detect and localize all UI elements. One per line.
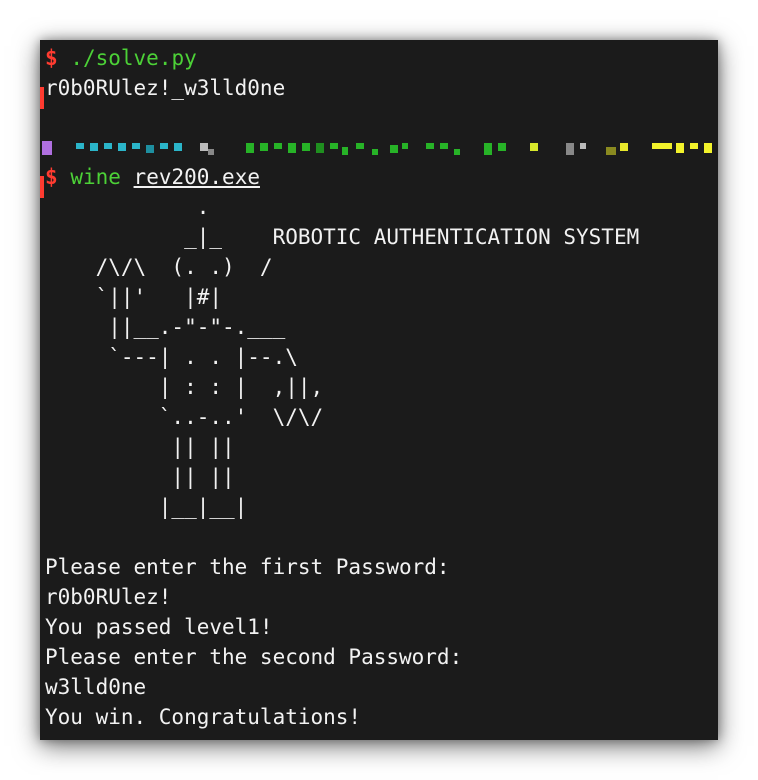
command-line-solve: $ ./solve.py	[45, 43, 197, 73]
first-password-prompt: Please enter the first Password:	[45, 555, 450, 579]
solve-output: r0b0RUlez!_w3lld0ne	[45, 76, 286, 100]
first-password-input: r0b0RUlez!	[45, 585, 172, 609]
command-program: wine	[70, 165, 121, 189]
command-text: ./solve.py	[70, 46, 197, 70]
second-password-input: w3lld0ne	[45, 675, 147, 699]
command-line-wine: $ wine rev200.exe	[45, 162, 260, 192]
terminal-window[interactable]: $ ./solve.py r0b0RUlez!_w3lld0ne $ wine …	[40, 40, 718, 740]
prompt-symbol: $	[45, 46, 58, 70]
second-password-prompt: Please enter the second Password:	[45, 645, 463, 669]
final-result: You win. Congratulations!	[45, 705, 362, 729]
prompt-symbol: $	[45, 165, 58, 189]
command-argument: rev200.exe	[133, 165, 260, 189]
line-marker	[40, 176, 44, 198]
glitch-strip	[40, 139, 718, 157]
robot-ascii-art: . _|_ ROBOTIC AUTHENTICATION SYSTEM /\/\…	[95, 195, 640, 519]
line-marker	[40, 87, 44, 109]
level1-result: You passed level1!	[45, 615, 273, 639]
